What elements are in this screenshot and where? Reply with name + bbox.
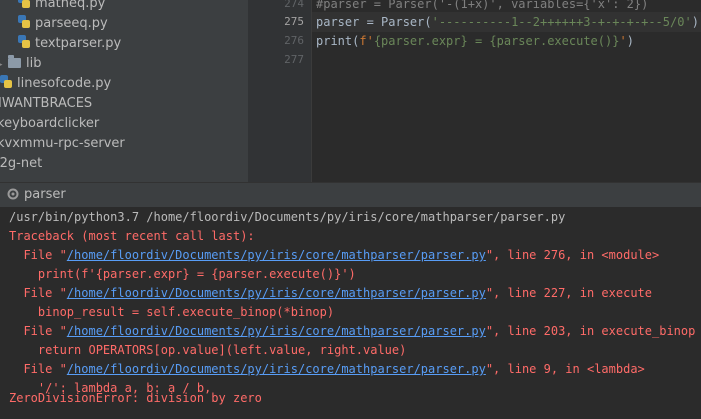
tree-item-label: textparser.py bbox=[35, 36, 122, 51]
tree-item-parseeq[interactable]: parseeq.py bbox=[18, 14, 108, 34]
frame-suffix: ", line 203, in execute_binop bbox=[485, 324, 696, 338]
top-area: matheq.py parseeq.py textparser.py ▸ lib … bbox=[0, 0, 701, 182]
tree-item-keyboardclicker[interactable]: keyboardclicker bbox=[0, 114, 99, 134]
tree-item-l2g-net[interactable]: l2g-net bbox=[0, 154, 42, 174]
code-string: {parser.expr} = {parser.execute()} bbox=[373, 34, 620, 48]
traceback-frame: File "/home/floordiv/Documents/py/iris/c… bbox=[9, 284, 652, 303]
code-line-275[interactable]: parser = Parser('----------1--2++++++3-+… bbox=[316, 12, 699, 32]
code-fstring-prefix: f' bbox=[359, 34, 374, 48]
frame-suffix: ", line 276, in <module> bbox=[485, 248, 660, 262]
python-file-icon bbox=[18, 35, 30, 49]
code-editor[interactable]: #parser = Parser('-(1+x)', variables={'x… bbox=[312, 0, 701, 182]
folder-icon bbox=[8, 55, 21, 68]
tree-item-kvxmmu-rpc-server[interactable]: kvxmmu-rpc-server bbox=[0, 134, 125, 154]
code-text: parser = Parser( bbox=[316, 15, 432, 29]
line-number: 276 bbox=[284, 34, 304, 47]
frame-suffix: ", line 9, in <lambda> bbox=[485, 362, 645, 376]
python-file-icon bbox=[0, 75, 12, 89]
tree-item-textparser[interactable]: textparser.py bbox=[18, 34, 121, 54]
traceback-code: return OPERATORS[op.value](left.value, r… bbox=[9, 343, 407, 357]
code-text: ) bbox=[691, 15, 699, 29]
tree-item-label: keyboardclicker bbox=[0, 116, 100, 131]
python-file-icon bbox=[18, 0, 30, 9]
frame-prefix: File " bbox=[9, 248, 67, 262]
code-line-276[interactable]: print(f'{parser.expr} = {parser.execute(… bbox=[316, 31, 634, 51]
traceback-frame: File "/home/floordiv/Documents/py/iris/c… bbox=[9, 360, 645, 379]
chevron-right-icon[interactable]: ▸ bbox=[0, 55, 8, 75]
tree-item-lib[interactable]: ▸ lib bbox=[0, 54, 41, 74]
frame-prefix: File " bbox=[9, 286, 67, 300]
file-link[interactable]: /home/floordiv/Documents/py/iris/core/ma… bbox=[67, 248, 486, 262]
traceback-code: binop_result = self.execute_binop(*binop… bbox=[9, 305, 335, 319]
project-tree-panel: matheq.py parseeq.py textparser.py ▸ lib … bbox=[0, 0, 248, 182]
line-number: 277 bbox=[284, 53, 304, 66]
tree-item-label: matheq.py bbox=[35, 0, 106, 11]
code-fstring-suffix: ' bbox=[619, 34, 627, 48]
traceback-header: Traceback (most recent call last): bbox=[9, 229, 255, 243]
code-string: '----------1--2++++++3-+-+-+-+--5/0' bbox=[431, 15, 692, 29]
line-number-gutter: 274 275 276 277 bbox=[248, 0, 312, 182]
traceback-code: print(f'{parser.expr} = {parser.execute(… bbox=[9, 267, 356, 281]
tree-item-label: IWANTBRACES bbox=[0, 96, 93, 111]
traceback-frame: File "/home/floordiv/Documents/py/iris/c… bbox=[9, 246, 659, 265]
tree-item-iwantbraces[interactable]: IWANTBRACES bbox=[0, 94, 92, 114]
error-message: ZeroDivisionError: division by zero bbox=[9, 391, 262, 405]
tree-item-label: lib bbox=[26, 56, 42, 71]
code-comment: #parser = Parser('-(1+x)', variables={'x… bbox=[316, 0, 649, 11]
file-link[interactable]: /home/floordiv/Documents/py/iris/core/ma… bbox=[67, 362, 486, 376]
tree-item-label: l2g-net bbox=[0, 156, 43, 171]
gear-icon[interactable] bbox=[6, 187, 20, 201]
code-text: ) bbox=[626, 34, 634, 48]
traceback-frame: File "/home/floordiv/Documents/py/iris/c… bbox=[9, 322, 695, 341]
frame-prefix: File " bbox=[9, 324, 67, 338]
frame-prefix: File " bbox=[9, 362, 67, 376]
tree-item-matheq[interactable]: matheq.py bbox=[18, 0, 105, 14]
tree-item-label: parseeq.py bbox=[35, 16, 108, 31]
tree-item-linesofcode[interactable]: linesofcode.py bbox=[0, 74, 111, 94]
line-number: 275 bbox=[284, 15, 304, 28]
tree-item-label: kvxmmu-rpc-server bbox=[0, 136, 125, 151]
file-link[interactable]: /home/floordiv/Documents/py/iris/core/ma… bbox=[67, 286, 486, 300]
run-console[interactable]: /usr/bin/python3.7 /home/floordiv/Docume… bbox=[0, 207, 701, 419]
file-link[interactable]: /home/floordiv/Documents/py/iris/core/ma… bbox=[67, 324, 486, 338]
tree-item-label: linesofcode.py bbox=[17, 76, 112, 91]
python-file-icon bbox=[18, 15, 30, 29]
console-command: /usr/bin/python3.7 /home/floordiv/Docume… bbox=[9, 210, 566, 224]
code-text: print( bbox=[316, 34, 360, 48]
frame-suffix: ", line 227, in execute bbox=[485, 286, 652, 300]
run-tool-window-header: parser bbox=[0, 182, 701, 208]
tab-run-parser[interactable]: parser bbox=[24, 183, 66, 207]
